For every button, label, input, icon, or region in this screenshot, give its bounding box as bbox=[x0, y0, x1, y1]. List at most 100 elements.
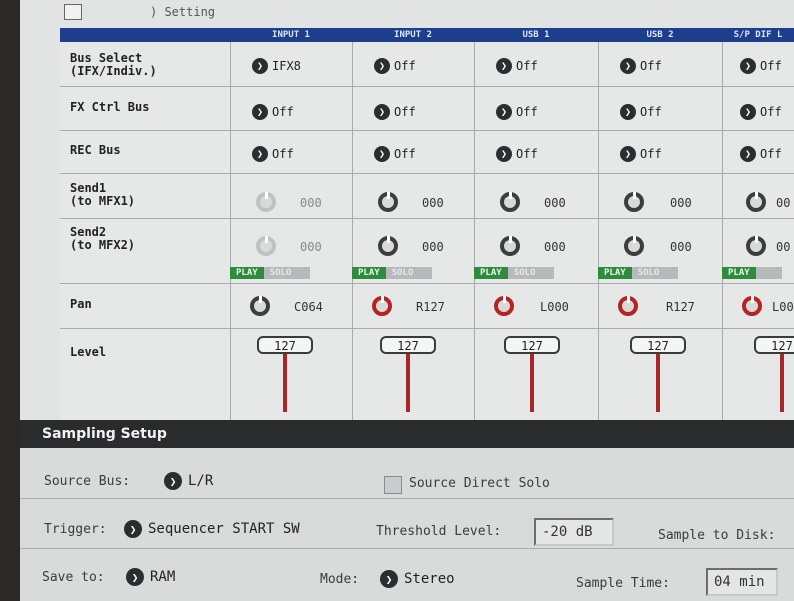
rec-bus-value: Off bbox=[516, 147, 538, 161]
popup-arrow-icon: ❯ bbox=[740, 58, 756, 74]
row-divider bbox=[60, 328, 794, 329]
fader-cap[interactable]: 127 bbox=[380, 336, 436, 354]
send2-knob[interactable] bbox=[500, 236, 520, 256]
popup-arrow-icon: ❯ bbox=[374, 146, 390, 162]
column-divider bbox=[352, 42, 353, 420]
popup-arrow-icon: ❯ bbox=[496, 146, 512, 162]
row-divider bbox=[20, 498, 794, 499]
send1-knob[interactable] bbox=[256, 192, 276, 212]
mode-popup[interactable]: ❯ Stereo bbox=[380, 570, 455, 588]
fx-ctrl-bus-popup[interactable]: ❯ Off bbox=[496, 104, 538, 120]
play-button[interactable]: PLAY bbox=[722, 267, 756, 279]
popup-arrow-icon: ❯ bbox=[252, 104, 268, 120]
tab-checkbox[interactable] bbox=[64, 4, 82, 20]
fader-cap[interactable]: 127 bbox=[257, 336, 313, 354]
rec-bus-value: Off bbox=[640, 147, 662, 161]
save-to-label: Save to: bbox=[42, 570, 105, 585]
rec-bus-value: Off bbox=[760, 147, 782, 161]
send1-knob[interactable] bbox=[500, 192, 520, 212]
send2-value: 000 bbox=[300, 240, 322, 254]
row-divider bbox=[60, 283, 794, 284]
play-button[interactable]: PLAY bbox=[352, 267, 386, 279]
play-solo-switch[interactable]: PLAY SOLO bbox=[352, 267, 432, 279]
bus-select-popup[interactable]: ❯ Off bbox=[740, 58, 782, 74]
pan-value: R127 bbox=[416, 300, 445, 314]
pan-knob[interactable] bbox=[494, 296, 514, 316]
play-solo-switch[interactable]: PLAY SOLO bbox=[230, 267, 310, 279]
mode-value: Stereo bbox=[404, 571, 455, 587]
rec-bus-popup[interactable]: ❯ Off bbox=[620, 146, 662, 162]
send2-knob[interactable] bbox=[256, 236, 276, 256]
source-bus-label: Source Bus: bbox=[44, 474, 131, 489]
solo-button[interactable] bbox=[755, 267, 782, 279]
play-solo-switch[interactable]: PLAY SOLO bbox=[598, 267, 678, 279]
pan-value: C064 bbox=[294, 300, 323, 314]
bus-select-popup[interactable]: ❯ Off bbox=[620, 58, 662, 74]
solo-button[interactable]: SOLO bbox=[385, 267, 432, 279]
channel-header: INPUT 2 bbox=[352, 28, 474, 42]
pan-knob[interactable] bbox=[742, 296, 762, 316]
play-button[interactable]: PLAY bbox=[598, 267, 632, 279]
play-solo-switch[interactable]: PLAY bbox=[722, 267, 782, 279]
fader-track bbox=[780, 354, 784, 412]
solo-button[interactable]: SOLO bbox=[507, 267, 554, 279]
rec-bus-popup[interactable]: ❯ Off bbox=[496, 146, 538, 162]
fx-ctrl-bus-popup[interactable]: ❯ Off bbox=[740, 104, 782, 120]
send2-knob[interactable] bbox=[746, 236, 766, 256]
pan-value: L000 bbox=[540, 300, 569, 314]
trigger-popup[interactable]: ❯ Sequencer START SW bbox=[124, 520, 300, 538]
bus-select-value: IFX8 bbox=[272, 59, 301, 73]
play-solo-switch[interactable]: PLAY SOLO bbox=[474, 267, 554, 279]
fader-cap[interactable]: 127 bbox=[630, 336, 686, 354]
send1-knob[interactable] bbox=[378, 192, 398, 212]
fader-cap[interactable]: 127 bbox=[504, 336, 560, 354]
popup-arrow-icon: ❯ bbox=[620, 146, 636, 162]
source-direct-solo-checkbox[interactable] bbox=[384, 476, 402, 494]
fx-ctrl-bus-value: Off bbox=[516, 105, 538, 119]
row-divider bbox=[60, 173, 794, 174]
fader-cap[interactable]: 127 bbox=[754, 336, 794, 354]
send1-knob[interactable] bbox=[746, 192, 766, 212]
column-divider bbox=[722, 42, 723, 420]
send2-value: 00 bbox=[776, 240, 791, 254]
solo-button[interactable]: SOLO bbox=[631, 267, 678, 279]
fader-track bbox=[406, 354, 410, 412]
send2-knob[interactable] bbox=[378, 236, 398, 256]
sample-time-field[interactable]: 04 min bbox=[706, 568, 778, 596]
source-bus-popup[interactable]: ❯ L/R bbox=[164, 472, 213, 490]
fx-ctrl-bus-popup[interactable]: ❯ Off bbox=[252, 104, 294, 120]
channel-header: INPUT 1 bbox=[230, 28, 352, 42]
send2-label: Send2 (to MFX2) bbox=[60, 226, 230, 252]
bus-select-value: Off bbox=[760, 59, 782, 73]
rec-bus-label: REC Bus bbox=[70, 143, 121, 157]
popup-arrow-icon: ❯ bbox=[252, 58, 268, 74]
bus-select-popup[interactable]: ❯ Off bbox=[496, 58, 538, 74]
label-header-bar bbox=[60, 28, 230, 42]
pan-knob[interactable] bbox=[618, 296, 638, 316]
popup-arrow-icon: ❯ bbox=[496, 104, 512, 120]
column-divider bbox=[474, 42, 475, 420]
solo-button[interactable]: SOLO bbox=[263, 267, 310, 279]
send2-knob[interactable] bbox=[624, 236, 644, 256]
sampling-setup-panel: Sampling Setup Source Bus: ❯ L/R Source D… bbox=[20, 420, 794, 601]
fader-track bbox=[283, 354, 287, 412]
play-button[interactable]: PLAY bbox=[474, 267, 508, 279]
pan-knob[interactable] bbox=[372, 296, 392, 316]
play-button[interactable]: PLAY bbox=[230, 267, 264, 279]
rec-bus-popup[interactable]: ❯ Off bbox=[740, 146, 782, 162]
bus-select-value: Off bbox=[394, 59, 416, 73]
pan-knob[interactable] bbox=[250, 296, 270, 316]
bus-select-label: Bus Select (IFX/Indiv.) bbox=[60, 52, 230, 78]
bus-select-popup[interactable]: ❯ Off bbox=[374, 58, 416, 74]
sample-to-disk-label: Sample to Disk: bbox=[658, 528, 776, 543]
send1-knob[interactable] bbox=[624, 192, 644, 212]
fx-ctrl-bus-popup[interactable]: ❯ Off bbox=[374, 104, 416, 120]
source-direct-solo-label[interactable]: Source Direct Solo bbox=[409, 476, 550, 491]
rec-bus-value: Off bbox=[394, 147, 416, 161]
bus-select-popup[interactable]: ❯ IFX8 bbox=[252, 58, 301, 74]
threshold-level-field[interactable]: -20 dB bbox=[534, 518, 614, 546]
save-to-popup[interactable]: ❯ RAM bbox=[126, 568, 175, 586]
rec-bus-popup[interactable]: ❯ Off bbox=[252, 146, 294, 162]
rec-bus-popup[interactable]: ❯ Off bbox=[374, 146, 416, 162]
fx-ctrl-bus-popup[interactable]: ❯ Off bbox=[620, 104, 662, 120]
